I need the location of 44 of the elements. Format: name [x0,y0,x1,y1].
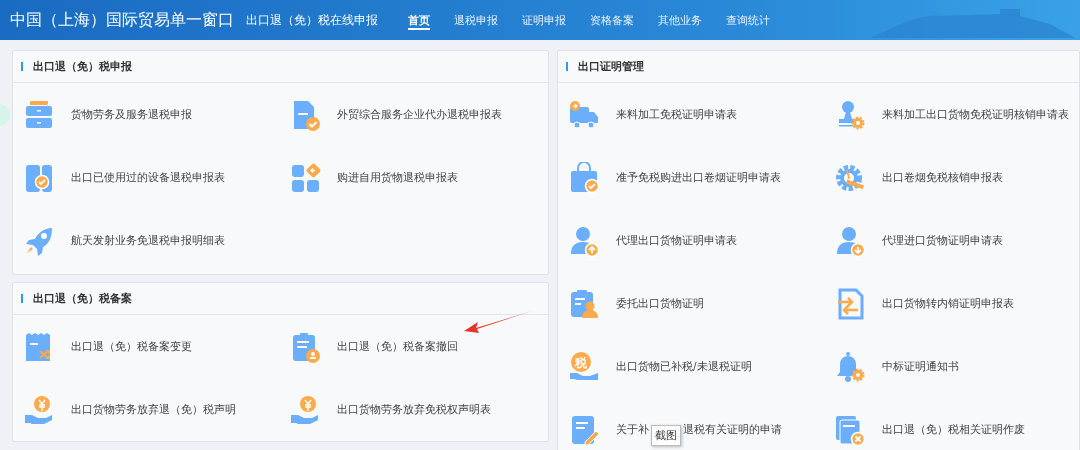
menu-link[interactable]: 航天发射业务免退税申报明细表 [71,233,225,248]
site-subtitle: 出口退（免）税在线申报 [246,11,378,29]
section-title: 出口证明管理 [578,59,644,74]
menu-link[interactable]: 中标证明通知书 [882,359,959,374]
apps-icon [289,161,321,194]
files-cancel-icon [834,413,866,446]
menu-link[interactable]: 出口货物劳务放弃退（免）税声明 [71,402,236,417]
menu-link[interactable]: 出口退（免）税备案撤回 [337,339,458,354]
menu-link[interactable]: 来料加工出口货物免税证明核销申请表 [882,107,1069,122]
menu-link[interactable]: 代理进口货物证明申请表 [882,233,1003,248]
section-title: 出口退（免）税备案 [33,291,132,306]
clipboard-user-icon [568,287,600,320]
menu-link[interactable]: 购进自用货物退税申报表 [337,170,458,185]
yen-hand-icon [289,393,321,426]
menu-link[interactable]: 关于补 [616,422,649,437]
nav-tab[interactable]: 资格备案 [578,0,646,40]
menu-link[interactable]: 出口货物已补税/未退税证明 [616,359,752,374]
menu-link[interactable]: 出口货物转内销证明申报表 [882,296,1014,311]
tooltip: 截图 [651,425,681,446]
truck-icon [568,98,600,131]
menu-link[interactable]: 代理出口货物证明申请表 [616,233,737,248]
user-download-icon [834,224,866,257]
menu-link[interactable]: 退税有关证明的申请 [683,422,782,437]
menu-link[interactable]: 外贸综合服务企业代办退税申报表 [337,107,502,122]
menu-link[interactable]: 来料加工免税证明申请表 [616,107,737,122]
user-upload-icon [568,224,600,257]
site-title: 中国（上海）国际贸易单一窗口 [10,9,234,31]
menu-link[interactable]: 出口已使用过的设备退税申报表 [71,170,225,185]
nav-tab[interactable]: 首页 [396,0,442,40]
menu-link[interactable]: 准予免税购进出口卷烟证明申请表 [616,170,781,185]
menu-link[interactable]: 出口退（免）税备案变更 [71,339,192,354]
nav-tab[interactable]: 其他业务 [646,0,714,40]
cabinet-icon [23,98,55,131]
nav-tab[interactable]: 退税申报 [442,0,510,40]
nav-tab[interactable]: 证明申报 [510,0,578,40]
yen-hand-icon [23,393,55,426]
menu-link[interactable]: 出口货物劳务放弃免税权声明表 [337,402,491,417]
menu-link[interactable]: 出口卷烟免税核销申报表 [882,170,1003,185]
menu-link[interactable]: 货物劳务及服务退税申报 [71,107,192,122]
section-title: 出口退（免）税申报 [33,59,132,74]
bell-gear-icon [834,350,866,383]
shopping-bag-icon [568,161,600,194]
menu-link[interactable]: 委托出口货物证明 [616,296,704,311]
menu-link[interactable]: 出口退（免）税相关证明作废 [882,422,1025,437]
